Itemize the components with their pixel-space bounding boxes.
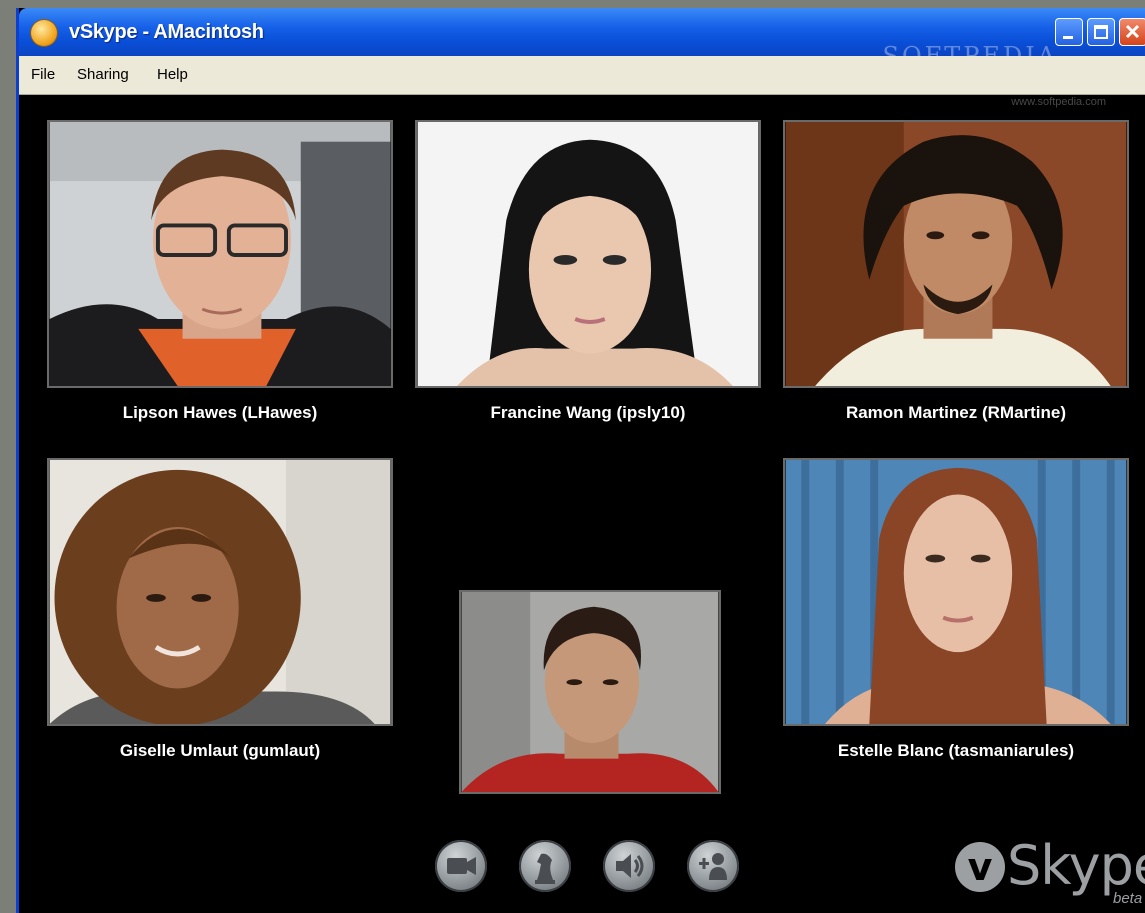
participant-video-rmartine — [785, 122, 1127, 386]
video-tile-lhawes[interactable] — [47, 120, 393, 388]
game-button[interactable] — [519, 840, 571, 892]
watermark-url: www.softpedia.com — [1011, 96, 1106, 108]
chess-knight-icon — [535, 853, 555, 884]
video-tile-ipsly10[interactable] — [415, 120, 761, 388]
video-tile-self-view[interactable] — [459, 590, 721, 794]
video-tile-rmartine[interactable] — [783, 120, 1129, 388]
close-button[interactable] — [1119, 18, 1145, 46]
menu-bar: File Sharing Help — [19, 56, 1145, 95]
beta-tag: beta — [1113, 890, 1143, 907]
minimize-button[interactable] — [1055, 18, 1083, 46]
add-contact-button[interactable] — [687, 840, 739, 892]
participant-video-tasmaniarules — [785, 460, 1127, 724]
participant-name: Lipson Hawes (LHawes) — [122, 403, 318, 422]
participant-video-ipsly10 — [417, 122, 759, 386]
self-view-video — [461, 592, 719, 792]
minimize-icon — [1063, 36, 1073, 39]
logo-text: Skype — [1007, 834, 1145, 897]
window-title: vSkype - AMacintosh — [69, 21, 264, 43]
menu-help[interactable]: Help — [157, 66, 188, 83]
maximize-icon — [1094, 25, 1108, 39]
add-contact-icon — [699, 853, 727, 880]
maximize-button[interactable] — [1087, 18, 1115, 46]
audio-button[interactable] — [603, 840, 655, 892]
app-icon — [31, 20, 57, 46]
participant-name: Ramon Martinez (RMartine) — [845, 403, 1067, 422]
logo-letter: v — [955, 842, 1005, 892]
video-camera-icon — [447, 857, 476, 875]
speaker-icon — [616, 854, 644, 878]
participant-video-lhawes — [49, 122, 391, 386]
video-tile-tasmaniarules[interactable] — [783, 458, 1129, 726]
participant-name: Francine Wang (ipsly10) — [490, 403, 686, 422]
video-toggle-button[interactable] — [435, 840, 487, 892]
video-tile-gumlaut[interactable] — [47, 458, 393, 726]
menu-sharing[interactable]: Sharing — [77, 66, 129, 83]
participant-video-gumlaut — [49, 460, 391, 724]
close-icon — [1125, 24, 1140, 39]
vskype-logo: v Skype beta — [955, 832, 1145, 912]
title-bar[interactable]: vSkype - AMacintosh SOFTPEDIA — [19, 8, 1145, 70]
menu-file[interactable]: File — [31, 66, 55, 83]
app-window: vSkype - AMacintosh SOFTPEDIA File Shari… — [16, 8, 1145, 913]
participant-name: Estelle Blanc (tasmaniarules) — [837, 741, 1075, 760]
participant-name: Giselle Umlaut (gumlaut) — [119, 741, 321, 760]
